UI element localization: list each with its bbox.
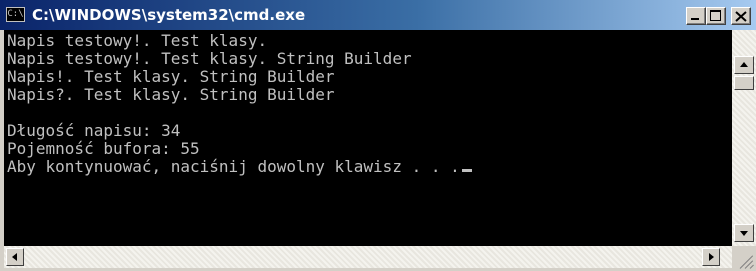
scroll-down-button[interactable] xyxy=(734,224,754,242)
arrow-right-icon xyxy=(709,253,714,261)
scroll-up-button[interactable] xyxy=(734,56,754,74)
console-line: Napis testowy!. Test klasy. xyxy=(7,31,268,50)
console-output[interactable]: Napis testowy!. Test klasy. Napis testow… xyxy=(4,30,732,246)
vertical-scrollbar[interactable] xyxy=(732,30,756,246)
scroll-left-button[interactable] xyxy=(6,248,24,266)
maximize-button[interactable] xyxy=(706,7,726,25)
horizontal-scrollbar[interactable] xyxy=(4,246,732,268)
grip-line xyxy=(749,264,754,269)
resize-grip-icon[interactable] xyxy=(732,246,756,271)
arrow-left-icon xyxy=(12,253,17,261)
cmd-window: C:\ C:\WINDOWS\system32\cmd.exe Napis te… xyxy=(0,0,756,271)
arrow-up-icon xyxy=(740,62,748,67)
arrow-down-icon xyxy=(740,231,748,236)
scroll-right-button[interactable] xyxy=(702,248,720,266)
vertical-scroll-thumb[interactable] xyxy=(734,76,754,90)
close-button[interactable] xyxy=(731,7,751,25)
console-line: Napis?. Test klasy. String Builder xyxy=(7,85,335,104)
console-icon[interactable]: C:\ xyxy=(6,7,25,22)
console-prompt-line: Aby kontynuować, naciśnij dowolny klawis… xyxy=(7,158,472,176)
console-line: Pojemność bufora: 55 xyxy=(7,139,200,158)
console-line: Napis!. Test klasy. String Builder xyxy=(7,67,335,86)
text-cursor xyxy=(461,169,472,172)
console-line: Napis testowy!. Test klasy. String Build… xyxy=(7,49,412,68)
window-title: C:\WINDOWS\system32\cmd.exe xyxy=(32,6,306,24)
title-bar[interactable]: C:\ C:\WINDOWS\system32\cmd.exe xyxy=(0,0,756,30)
console-line: Długość napisu: 34 xyxy=(7,121,181,140)
console-prompt-text: Aby kontynuować, naciśnij dowolny klawis… xyxy=(7,157,460,176)
close-icon xyxy=(735,11,747,22)
minimize-button[interactable] xyxy=(686,7,706,25)
